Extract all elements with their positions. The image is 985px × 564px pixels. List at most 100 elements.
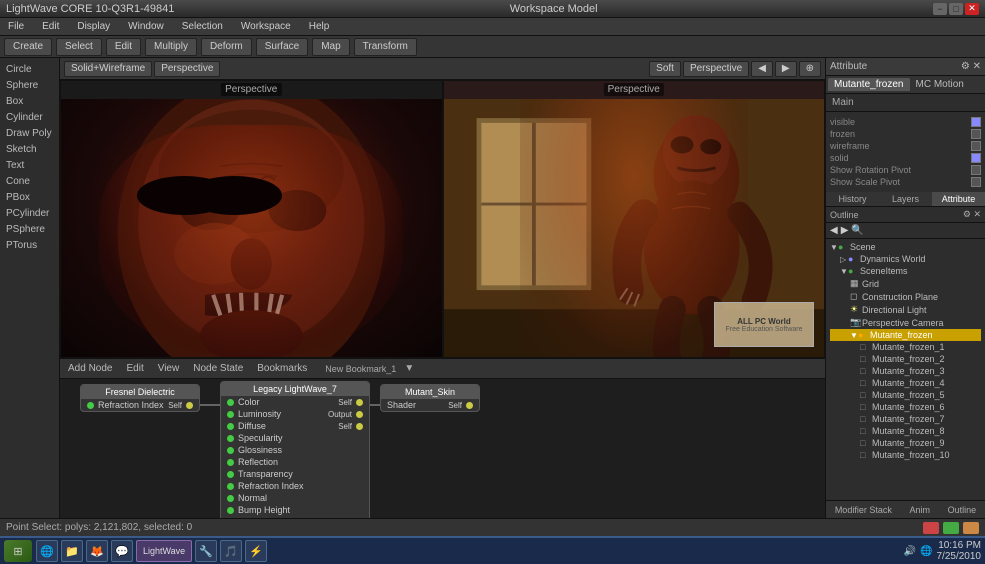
tree-mutante-4[interactable]: □ Mutante_frozen_4 bbox=[830, 377, 981, 389]
taskbar-app-1[interactable]: 🌐 bbox=[36, 540, 58, 562]
menu-workspace[interactable]: Workspace bbox=[237, 21, 295, 32]
taskbar-app-2[interactable]: 📁 bbox=[61, 540, 83, 562]
taskbar-start[interactable]: ⊞ bbox=[4, 540, 32, 562]
tree-mutante-1[interactable]: □ Mutante_frozen_1 bbox=[830, 341, 981, 353]
mod-stack[interactable]: Modifier Stack bbox=[831, 504, 896, 516]
menu-help[interactable]: Help bbox=[305, 21, 334, 32]
tree-mutante-7[interactable]: □ Mutante_frozen_7 bbox=[830, 413, 981, 425]
tree-mutante-6[interactable]: □ Mutante_frozen_6 bbox=[830, 401, 981, 413]
title-bar: LightWave CORE 10-Q3R1-49841 Workspace M… bbox=[0, 0, 985, 18]
checkbox-show-rot[interactable] bbox=[971, 165, 981, 175]
ne-edit[interactable]: Edit bbox=[122, 362, 147, 375]
sidebar-cylinder[interactable]: Cylinder bbox=[2, 110, 57, 125]
status-bar: Point Select: polys: 2,121,802, selected… bbox=[0, 518, 985, 536]
node-legacy[interactable]: Legacy LightWave_7 Color Self Luminosity… bbox=[220, 381, 370, 518]
menu-window[interactable]: Window bbox=[124, 21, 168, 32]
checkbox-frozen[interactable] bbox=[971, 129, 981, 139]
sidebar-ptorus[interactable]: PTorus bbox=[2, 238, 57, 253]
tree-scene[interactable]: ▼ ● Scene bbox=[830, 241, 981, 253]
taskbar-app-7[interactable]: ⚡ bbox=[245, 540, 267, 562]
sp-tab-attribute[interactable]: Attribute bbox=[932, 192, 985, 206]
mod-outline[interactable]: Outline bbox=[944, 504, 981, 516]
viewport-left[interactable]: Perspective bbox=[60, 80, 443, 358]
toolbar-create[interactable]: Create bbox=[4, 38, 52, 56]
taskbar-app-4[interactable]: 💬 bbox=[111, 540, 133, 562]
vp-toolbar-icon1[interactable]: ◀ bbox=[751, 61, 773, 77]
vp-toolbar-icon3[interactable]: ⊕ bbox=[799, 61, 821, 77]
top-view-toolbar: Solid+Wireframe Perspective Soft Perspec… bbox=[60, 58, 825, 80]
sidebar-cone[interactable]: Cone bbox=[2, 174, 57, 189]
checkbox-show-scale[interactable] bbox=[971, 177, 981, 187]
vp-toolbar-icon2[interactable]: ▶ bbox=[775, 61, 797, 77]
vp-toolbar-right-view[interactable]: Perspective bbox=[683, 61, 749, 77]
taskbar-app-3[interactable]: 🦊 bbox=[86, 540, 108, 562]
tree-mutante-8[interactable]: □ Mutante_frozen_8 bbox=[830, 425, 981, 437]
tree-mutante-9[interactable]: □ Mutante_frozen_9 bbox=[830, 437, 981, 449]
minimize-button[interactable]: − bbox=[933, 3, 947, 15]
sp-tab-history[interactable]: History bbox=[826, 192, 879, 206]
sidebar-circle[interactable]: Circle bbox=[2, 62, 57, 77]
ne-bookmarks[interactable]: Bookmarks bbox=[253, 362, 311, 375]
scene-nav-left[interactable]: ◀ bbox=[830, 225, 838, 236]
toolbar-transform[interactable]: Transform bbox=[354, 38, 417, 56]
node-fresnel[interactable]: Fresnel Dielectric Refraction Index Self bbox=[80, 384, 200, 412]
tree-mutante-5[interactable]: □ Mutante_frozen_5 bbox=[830, 389, 981, 401]
scene-nav-search[interactable]: 🔍 bbox=[851, 225, 863, 236]
taskbar-app-6[interactable]: 🎵 bbox=[220, 540, 242, 562]
attr-tab-object[interactable]: Mutante_frozen bbox=[828, 78, 910, 91]
tree-dynamics[interactable]: ▷ ● Dynamics World bbox=[830, 253, 981, 265]
sidebar-box[interactable]: Box bbox=[2, 94, 57, 109]
ne-add-node[interactable]: Add Node bbox=[64, 362, 116, 375]
menu-display[interactable]: Display bbox=[73, 21, 114, 32]
menu-selection[interactable]: Selection bbox=[178, 21, 227, 32]
vp-toolbar-left-view[interactable]: Perspective bbox=[154, 61, 220, 77]
tree-dir-light[interactable]: ☀ Directional Light bbox=[830, 303, 981, 316]
ne-node-state[interactable]: Node State bbox=[189, 362, 247, 375]
toolbar-edit[interactable]: Edit bbox=[106, 38, 141, 56]
tree-constr-plane[interactable]: ◻ Construction Plane bbox=[830, 290, 981, 303]
taskbar-app-5[interactable]: 🔧 bbox=[195, 540, 217, 562]
mod-anim[interactable]: Anim bbox=[905, 504, 934, 516]
node-canvas[interactable]: Fresnel Dielectric Refraction Index Self… bbox=[60, 379, 825, 518]
toolbar-deform[interactable]: Deform bbox=[201, 38, 252, 56]
tree-mutante-2[interactable]: □ Mutante_frozen_2 bbox=[830, 353, 981, 365]
sidebar-pbox[interactable]: PBox bbox=[2, 190, 57, 205]
toolbar-select[interactable]: Select bbox=[56, 38, 102, 56]
sp-tab-layers[interactable]: Layers bbox=[879, 192, 932, 206]
vp-toolbar-right-mode[interactable]: Soft bbox=[649, 61, 681, 77]
status-icons bbox=[923, 522, 979, 534]
tree-sceneitems[interactable]: ▼ ● SceneItems bbox=[830, 265, 981, 277]
maximize-button[interactable]: □ bbox=[949, 3, 963, 15]
sidebar-sketch[interactable]: Sketch bbox=[2, 142, 57, 157]
viewport-right[interactable]: Perspective ALL PC World Free Education … bbox=[443, 80, 826, 358]
vp-toolbar-left-mode[interactable]: Solid+Wireframe bbox=[64, 61, 152, 77]
scene-nav-icons: ◀ ▶ 🔍 bbox=[826, 223, 985, 239]
sidebar-psphere[interactable]: PSphere bbox=[2, 222, 57, 237]
tree-mutante-10[interactable]: □ Mutante_frozen_10 bbox=[830, 449, 981, 461]
scene-nav-right[interactable]: ▶ bbox=[841, 225, 849, 236]
tree-persp-camera[interactable]: 📷 Perspective Camera bbox=[830, 316, 981, 329]
attr-show-scale: Show Scale Pivot bbox=[830, 176, 981, 188]
taskbar-app-lightwave[interactable]: LightWave bbox=[136, 540, 192, 562]
toolbar-map[interactable]: Map bbox=[312, 38, 349, 56]
sidebar-text[interactable]: Text bbox=[2, 158, 57, 173]
toolbar-multiply[interactable]: Multiply bbox=[145, 38, 197, 56]
label-refl: Reflection bbox=[238, 457, 278, 467]
node-mutant-skin[interactable]: Mutant_Skin Shader Self bbox=[380, 384, 480, 412]
menu-file[interactable]: File bbox=[4, 21, 28, 32]
sidebar-draw-poly[interactable]: Draw Poly bbox=[2, 126, 57, 141]
attr-tab-motion[interactable]: MC Motion bbox=[910, 78, 970, 91]
attr-frozen: frozen bbox=[830, 128, 981, 140]
ne-view[interactable]: View bbox=[154, 362, 184, 375]
tree-mutante-frozen[interactable]: ▼ ● Mutante_frozen bbox=[830, 329, 981, 341]
close-button[interactable]: ✕ bbox=[965, 3, 979, 15]
sidebar-pcylinder[interactable]: PCylinder bbox=[2, 206, 57, 221]
sidebar-sphere[interactable]: Sphere bbox=[2, 78, 57, 93]
toolbar-surface[interactable]: Surface bbox=[256, 38, 308, 56]
checkbox-visible[interactable] bbox=[971, 117, 981, 127]
tree-mutante-3[interactable]: □ Mutante_frozen_3 bbox=[830, 365, 981, 377]
checkbox-wireframe[interactable] bbox=[971, 141, 981, 151]
menu-edit[interactable]: Edit bbox=[38, 21, 63, 32]
checkbox-solid[interactable] bbox=[971, 153, 981, 163]
tree-grid[interactable]: ▦ Grid bbox=[830, 277, 981, 290]
